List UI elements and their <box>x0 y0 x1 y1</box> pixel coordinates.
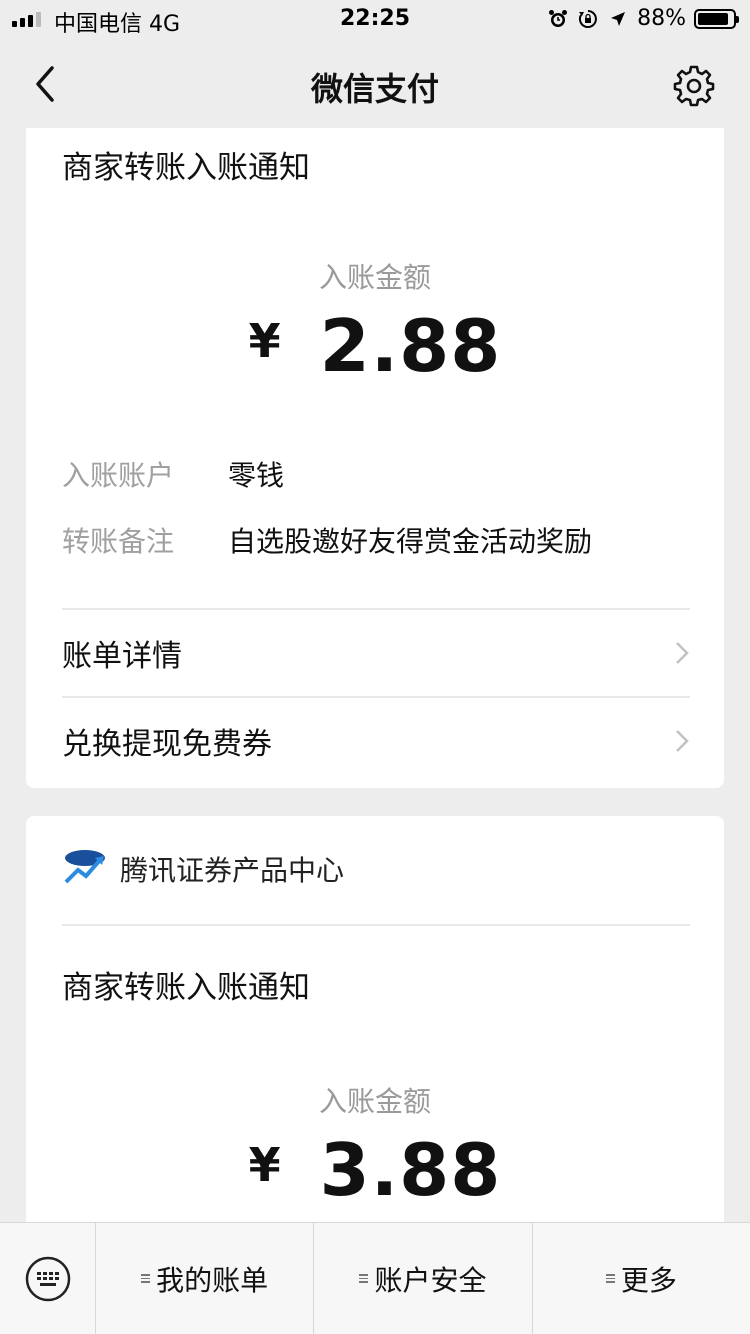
amount-number: 2.88 <box>319 304 502 388</box>
merchant-name: 腾讯证券产品中心 <box>120 854 345 887</box>
merchant-header[interactable]: 腾讯证券产品中心 <box>62 846 344 892</box>
menu-lines-icon <box>141 1274 151 1283</box>
redeem-coupon-link[interactable]: 兑换提现免费券 <box>62 698 690 784</box>
detail-value: 自选股邀好友得赏金活动奖励 <box>228 525 593 558</box>
amount-number: 3.88 <box>319 1128 502 1212</box>
menu-lines-icon <box>359 1274 369 1283</box>
battery-percent: 88% <box>637 6 686 31</box>
chevron-right-icon <box>674 728 690 754</box>
amount-label: 入账金额 <box>318 261 431 294</box>
alarm-icon <box>547 8 569 30</box>
link-label: 兑换提现免费券 <box>62 727 272 762</box>
detail-key: 入账账户 <box>62 459 175 492</box>
chevron-right-icon <box>674 640 690 666</box>
amount-value: ¥2.88 <box>26 304 724 388</box>
detail-value: 零钱 <box>228 459 285 492</box>
card-header: 商家转账入账通知 <box>62 150 310 186</box>
amount-value: ¥3.88 <box>26 1128 724 1212</box>
menu-account-security[interactable]: 账户安全 <box>314 1223 533 1334</box>
card-header: 商家转账入账通知 <box>62 970 310 1006</box>
menu-label: 账户安全 <box>374 1263 487 1297</box>
transfer-notification-card: 腾讯证券产品中心 商家转账入账通知 入账金额 ¥3.88 <box>26 816 724 1236</box>
merchant-logo <box>62 846 108 892</box>
page-title: 微信支付 <box>310 70 439 108</box>
gear-icon[interactable] <box>672 64 716 108</box>
menu-label: 更多 <box>620 1263 677 1297</box>
detail-row-account: 入账账户 零钱 <box>62 454 284 494</box>
battery-icon <box>694 8 739 29</box>
status-icons: 88% <box>547 6 739 31</box>
currency-symbol: ¥ <box>248 1138 282 1192</box>
nav-bar: 微信支付 <box>0 40 750 128</box>
menu-my-bills[interactable]: 我的账单 <box>96 1223 315 1334</box>
transfer-notification-card: 商家转账入账通知 入账金额 ¥2.88 入账账户 零钱 转账备注 自选股邀好友得… <box>26 128 724 788</box>
bill-details-link[interactable]: 账单详情 <box>62 610 690 696</box>
back-chevron-icon[interactable] <box>26 62 66 106</box>
detail-key: 转账备注 <box>62 525 175 558</box>
menu-lines-icon <box>605 1274 615 1283</box>
rotation-lock-icon <box>577 8 599 30</box>
divider <box>62 924 690 926</box>
location-icon <box>607 8 629 30</box>
status-bar: 中国电信 4G 22:25 88% <box>0 0 750 40</box>
detail-row-remark: 转账备注 自选股邀好友得赏金活动奖励 <box>62 520 592 560</box>
link-label: 账单详情 <box>62 639 182 674</box>
menu-more[interactable]: 更多 <box>533 1223 750 1334</box>
currency-symbol: ¥ <box>248 314 282 368</box>
menu-label: 我的账单 <box>156 1263 269 1297</box>
bottom-menu-bar: 我的账单 账户安全 更多 <box>0 1222 750 1334</box>
keyboard-icon[interactable] <box>0 1223 96 1334</box>
amount-label: 入账金额 <box>318 1085 431 1118</box>
